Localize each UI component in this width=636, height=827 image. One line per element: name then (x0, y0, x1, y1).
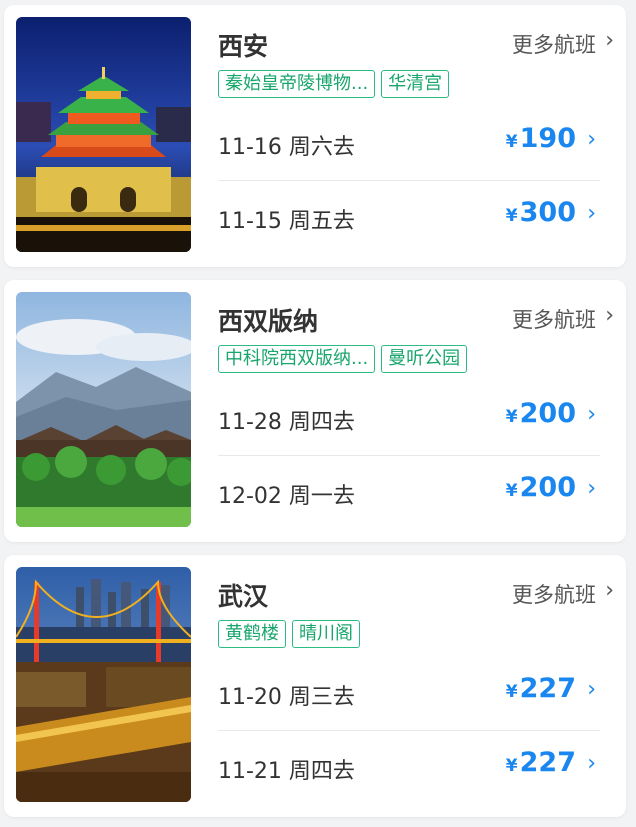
flight-price: ¥300 (506, 197, 576, 228)
currency-symbol: ¥ (505, 206, 518, 226)
flight-row[interactable]: 11-20 周三去 ¥227 › (218, 657, 600, 731)
destination-card-xian[interactable]: 西安 更多航班 › 秦始皇帝陵博物... 华清宫 11-16 周六去 ¥190 … (4, 5, 626, 267)
city-name: 西安 (218, 32, 269, 61)
price-value: 300 (519, 197, 576, 228)
xian-bell-tower-image (16, 17, 191, 252)
currency-symbol: ¥ (505, 481, 518, 501)
chevron-right-icon: › (587, 201, 596, 226)
flight-date: 11-20 周三去 (218, 685, 355, 710)
flight-date: 11-15 周五去 (218, 209, 355, 234)
flight-date: 11-28 周四去 (218, 410, 355, 435)
xishuangbanna-landscape-image (16, 292, 191, 527)
wuhan-bridge-image (16, 567, 191, 802)
attraction-tag[interactable]: 中科院西双版纳... (218, 345, 376, 373)
more-flights-link[interactable]: 更多航班 (512, 29, 596, 59)
chevron-right-icon: › (587, 677, 596, 702)
flight-price: ¥227 (506, 673, 576, 704)
chevron-right-icon: › (605, 28, 614, 53)
flight-date: 11-16 周六去 (218, 135, 355, 160)
flight-date: 12-02 周一去 (218, 484, 355, 509)
chevron-right-icon: › (587, 402, 596, 427)
price-value: 190 (519, 123, 576, 154)
chevron-right-icon: › (605, 303, 614, 328)
flight-row[interactable]: 12-02 周一去 ¥200 › (218, 456, 600, 530)
more-flights-link[interactable]: 更多航班 (512, 304, 596, 334)
flight-price: ¥200 (506, 472, 576, 503)
flight-price: ¥200 (506, 398, 576, 429)
attraction-tags: 秦始皇帝陵博物... 华清宫 (218, 70, 450, 98)
currency-symbol: ¥ (505, 132, 518, 152)
attraction-tag[interactable]: 晴川阁 (292, 620, 360, 648)
flight-price: ¥227 (506, 747, 576, 778)
chevron-right-icon: › (587, 127, 596, 152)
chevron-right-icon: › (605, 578, 614, 603)
price-value: 227 (519, 673, 576, 704)
currency-symbol: ¥ (505, 682, 518, 702)
flight-row[interactable]: 11-16 周六去 ¥190 › (218, 107, 600, 181)
city-name: 武汉 (218, 582, 269, 611)
attraction-tags: 黄鹤楼 晴川阁 (218, 620, 360, 648)
attraction-tag[interactable]: 黄鹤楼 (218, 620, 286, 648)
flight-row[interactable]: 11-21 周四去 ¥227 › (218, 731, 600, 805)
city-name: 西双版纳 (218, 307, 319, 336)
city-photo[interactable] (16, 17, 191, 252)
currency-symbol: ¥ (505, 756, 518, 776)
flight-row[interactable]: 11-28 周四去 ¥200 › (218, 382, 600, 456)
price-value: 200 (519, 398, 576, 429)
attraction-tag[interactable]: 华清宫 (381, 70, 450, 98)
chevron-right-icon: › (587, 751, 596, 776)
city-photo[interactable] (16, 567, 191, 802)
attraction-tags: 中科院西双版纳... 曼听公园 (218, 345, 468, 373)
more-flights-link[interactable]: 更多航班 (512, 579, 596, 609)
flight-date: 11-21 周四去 (218, 759, 355, 784)
attraction-tag[interactable]: 秦始皇帝陵博物... (218, 70, 376, 98)
destination-card-wuhan[interactable]: 武汉 更多航班 › 黄鹤楼 晴川阁 11-20 周三去 ¥227 › 11-21… (4, 555, 626, 817)
destination-card-xishuangbanna[interactable]: 西双版纳 更多航班 › 中科院西双版纳... 曼听公园 11-28 周四去 ¥2… (4, 280, 626, 542)
chevron-right-icon: › (587, 476, 596, 501)
currency-symbol: ¥ (505, 407, 518, 427)
flight-row[interactable]: 11-15 周五去 ¥300 › (218, 181, 600, 255)
city-photo[interactable] (16, 292, 191, 527)
price-value: 200 (519, 472, 576, 503)
flight-price: ¥190 (506, 123, 576, 154)
price-value: 227 (519, 747, 576, 778)
attraction-tag[interactable]: 曼听公园 (381, 345, 468, 373)
